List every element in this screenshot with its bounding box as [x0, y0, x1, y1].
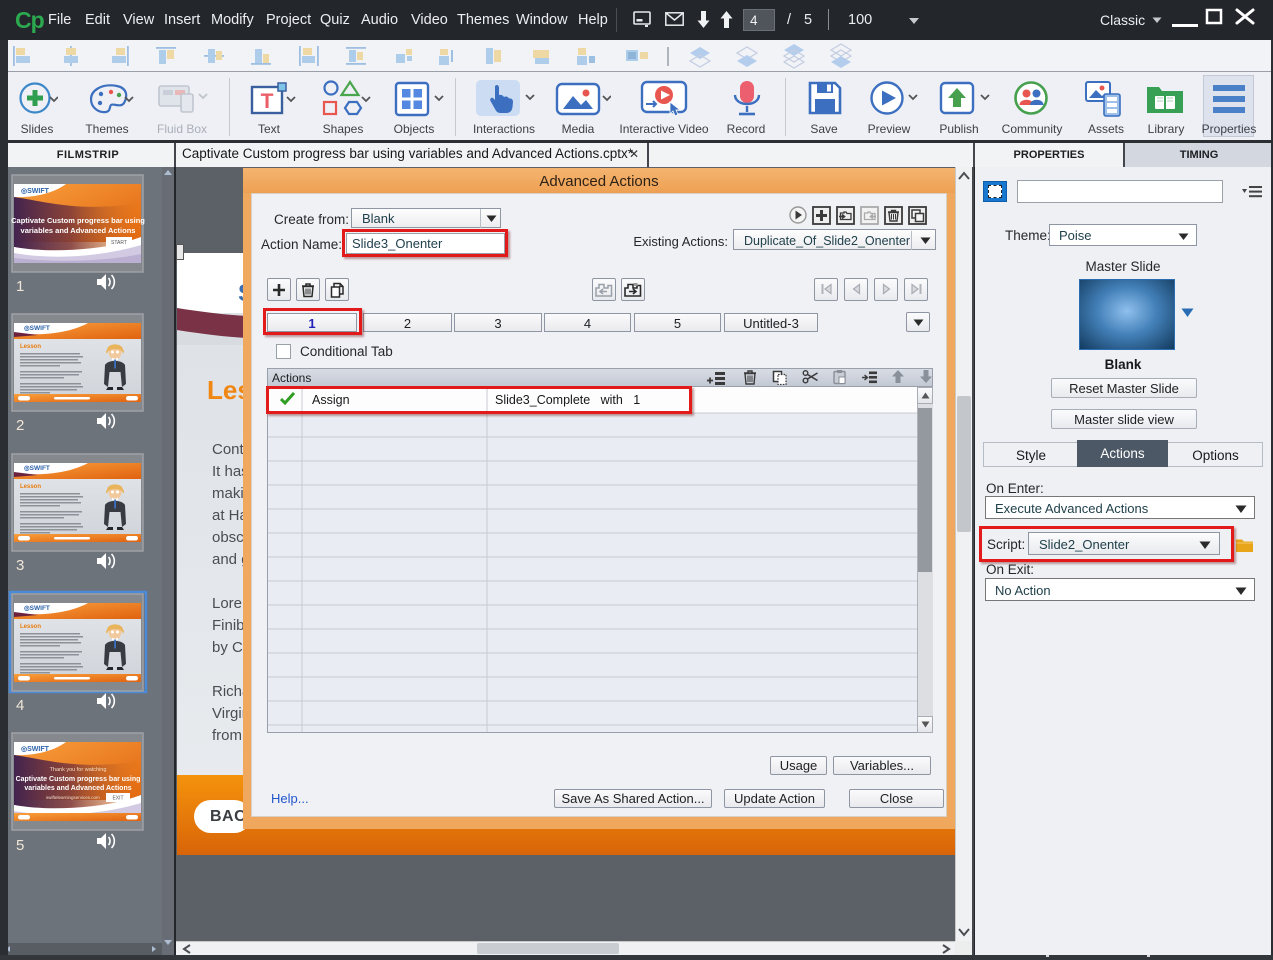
- svg-text:variables and Advanced Actions: variables and Advanced Actions: [21, 226, 136, 235]
- svg-text:◎SWIFT: ◎SWIFT: [21, 746, 50, 753]
- svg-text:variables and Advanced Actions: variables and Advanced Actions: [24, 785, 131, 792]
- svg-text:5: 5: [16, 837, 24, 854]
- svg-text:3: 3: [16, 557, 24, 574]
- svg-text:4: 4: [16, 697, 24, 714]
- svg-text:Captivate Custom progress bar: Captivate Custom progress bar using: [16, 776, 141, 783]
- svg-text:◎SWIFT: ◎SWIFT: [24, 325, 50, 332]
- svg-text:Lesson: Lesson: [20, 344, 41, 350]
- svg-text:2: 2: [16, 417, 24, 434]
- svg-text:1: 1: [16, 278, 24, 295]
- svg-text:Thank you for watching: Thank you for watching: [50, 767, 107, 773]
- svg-text:◎SWIFT: ◎SWIFT: [21, 188, 50, 195]
- svg-text:T: T: [261, 90, 274, 113]
- svg-text:swiftelearningservices.com: swiftelearningservices.com: [46, 795, 100, 800]
- svg-text:START: START: [111, 240, 127, 246]
- svg-text:Captivate Custom progress bar: Captivate Custom progress bar using: [11, 216, 145, 225]
- svg-text:EXIT: EXIT: [112, 796, 123, 802]
